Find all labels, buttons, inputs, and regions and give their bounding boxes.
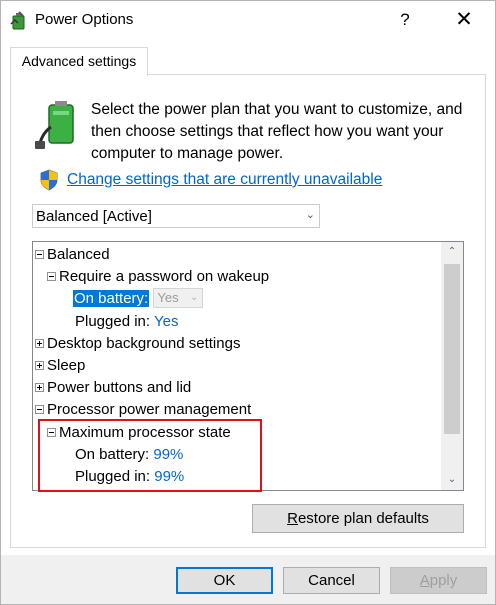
power-options-icon: [10, 11, 25, 30]
tree-item-processor-power[interactable]: Processor power management: [35, 399, 251, 421]
scroll-up-icon[interactable]: ⌃: [441, 242, 463, 262]
setting-value[interactable]: Yes: [154, 313, 178, 330]
tree-item-label: Power buttons and lid: [47, 379, 192, 396]
access-key: A: [419, 572, 430, 589]
power-options-dialog: Power Options ? ✕ Advanced settings Sele…: [0, 0, 496, 605]
tree-item-rp-plugged-in[interactable]: Plugged in: Yes: [75, 311, 178, 333]
title-bar: Power Options ? ✕: [1, 1, 495, 39]
tree-item-label: Require a password on wakeup: [59, 268, 270, 285]
tree-item-label: Sleep: [47, 357, 86, 374]
restore-plan-defaults-button[interactable]: Restore plan defaults: [252, 504, 464, 533]
collapse-icon[interactable]: [35, 249, 44, 259]
tree-item-desktop-background[interactable]: Desktop background settings: [35, 333, 240, 355]
help-icon[interactable]: ?: [393, 8, 417, 32]
expand-icon[interactable]: [35, 382, 44, 392]
button-label: pply: [429, 572, 458, 589]
change-settings-link[interactable]: Change settings that are currently unava…: [67, 171, 382, 189]
setting-label: Plugged in:: [75, 313, 151, 330]
scroll-down-icon[interactable]: ⌄: [441, 470, 463, 490]
collapse-icon[interactable]: [47, 271, 56, 281]
battery-plug-icon: [35, 101, 74, 149]
tree-item-sleep[interactable]: Sleep: [35, 355, 85, 377]
select-value: Yes: [157, 290, 179, 306]
expand-icon[interactable]: [35, 360, 44, 370]
tree-item-label: Processor power management: [47, 401, 252, 418]
scroll-thumb[interactable]: [444, 264, 460, 434]
tree-item-power-buttons[interactable]: Power buttons and lid: [35, 377, 191, 399]
cancel-button[interactable]: Cancel: [283, 567, 380, 594]
tree-item-balanced[interactable]: Balanced: [35, 244, 110, 266]
setting-label: On battery:: [73, 290, 150, 307]
access-key: R: [287, 510, 298, 527]
highlight-annotation: [38, 419, 262, 492]
tree-item-label: Desktop background settings: [47, 335, 241, 352]
vertical-scrollbar[interactable]: ⌃ ⌄: [441, 242, 463, 490]
tab-advanced-settings[interactable]: Advanced settings: [10, 47, 148, 76]
power-plan-select[interactable]: Balanced [Active] ⌄: [32, 204, 320, 228]
close-icon[interactable]: ✕: [451, 7, 477, 33]
button-label: estore plan defaults: [297, 510, 429, 527]
intro-text: Select the power plan that you want to c…: [91, 101, 463, 162]
tree-item-rp-on-battery[interactable]: On battery: Yes ⌄: [73, 288, 204, 310]
on-battery-select[interactable]: Yes ⌄: [153, 288, 204, 309]
uac-shield-icon: [40, 169, 58, 191]
expand-icon[interactable]: [35, 338, 44, 348]
tree-item-require-password[interactable]: Require a password on wakeup: [47, 266, 269, 288]
window-title: Power Options: [35, 11, 134, 28]
chevron-down-icon: ⌄: [189, 292, 199, 304]
tree-item-label: Balanced: [47, 246, 110, 263]
ok-button[interactable]: OK: [176, 567, 273, 594]
power-plan-value: Balanced [Active]: [36, 208, 152, 225]
collapse-icon[interactable]: [35, 404, 44, 414]
chevron-down-icon: ⌄: [305, 209, 315, 221]
apply-button[interactable]: Apply: [390, 567, 487, 594]
